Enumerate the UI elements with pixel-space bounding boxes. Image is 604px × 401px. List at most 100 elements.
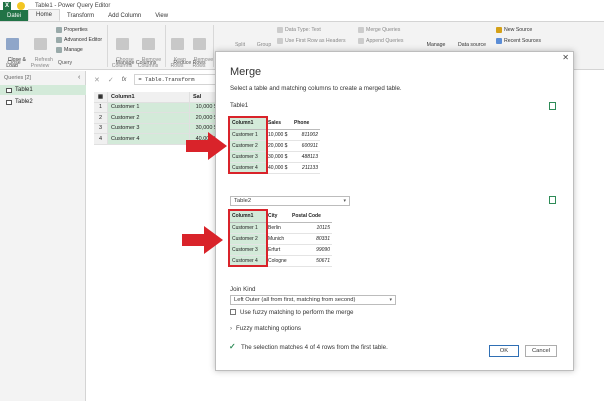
- new-source-button[interactable]: New Source: [496, 27, 532, 33]
- dialog-subtitle: Select a table and matching columns to c…: [230, 85, 402, 92]
- tab-view[interactable]: View: [148, 10, 175, 21]
- red-arrow-icon: [186, 132, 227, 160]
- close-load-button[interactable]: Close & Load: [2, 26, 26, 75]
- data-type-dropdown[interactable]: Data Type: Text: [277, 27, 321, 33]
- group-separator: [213, 25, 214, 67]
- tab-file[interactable]: Datei: [0, 10, 29, 21]
- chevron-down-icon: ▾: [389, 297, 392, 303]
- table1-label: Table1: [230, 102, 249, 109]
- grid-cell[interactable]: Customer 3: [108, 123, 190, 134]
- table1-sales-header[interactable]: Sales: [266, 118, 292, 130]
- remove-rows-button[interactable]: Remove Rows: [188, 26, 213, 75]
- queries-header: Queries [2]: [4, 75, 31, 81]
- query-item-table2[interactable]: Table2: [0, 97, 86, 107]
- red-arrow-icon: [182, 226, 223, 254]
- refresh-preview-icon[interactable]: [549, 196, 556, 204]
- manage-button[interactable]: Manage: [56, 47, 83, 53]
- append-queries-icon: [358, 38, 364, 44]
- split-button[interactable]: Split: [230, 42, 250, 48]
- table-icon: [6, 99, 12, 105]
- table2-cell: Cologne: [266, 255, 290, 267]
- fuzzy-options-chevron-icon[interactable]: ›: [230, 325, 232, 332]
- manage-parameters-button[interactable]: Manage: [424, 42, 448, 48]
- table1-cell: 488113: [292, 151, 320, 163]
- close-icon[interactable]: ✕: [562, 53, 569, 62]
- table-row: 1 Customer 1 10,000 $: [94, 102, 224, 113]
- fuzzy-options-toggle[interactable]: Fuzzy matching options: [236, 325, 301, 332]
- grid-cell[interactable]: Customer 2: [108, 113, 190, 124]
- group-separator: [107, 25, 108, 67]
- table1-cell: 10,000 $: [266, 129, 292, 141]
- table-icon: [6, 87, 12, 93]
- table2-city-header[interactable]: City: [266, 211, 290, 223]
- choose-columns-button[interactable]: Choose Columns: [110, 26, 134, 75]
- close-load-icon: [5, 38, 19, 50]
- group-separator: [165, 25, 166, 67]
- keep-rows-button[interactable]: Keep Rows: [167, 26, 187, 75]
- properties-button[interactable]: Properties: [56, 27, 88, 33]
- merge-queries-button[interactable]: Merge Queries: [358, 27, 400, 33]
- tab-add-column[interactable]: Add Column: [101, 10, 148, 21]
- excel-icon: X: [3, 1, 11, 10]
- first-row-headers-button[interactable]: Use First Row as Headers: [277, 38, 346, 44]
- cancel-button[interactable]: Cancel: [525, 345, 557, 357]
- remove-columns-button[interactable]: Remove Columns: [136, 26, 161, 75]
- table2-cell: 80331: [290, 233, 332, 245]
- remove-rows-icon: [192, 38, 206, 50]
- refresh-preview-icon[interactable]: [549, 102, 556, 110]
- refresh-icon: [33, 38, 47, 50]
- data-source-button[interactable]: Data source: [456, 42, 488, 48]
- merge-dialog: ✕ Merge Select a table and matching colu…: [215, 51, 574, 371]
- advanced-editor-button[interactable]: Advanced Editor: [56, 37, 102, 43]
- row-number: 1: [94, 102, 108, 113]
- join-kind-label: Join Kind: [230, 286, 256, 293]
- table2-cell: 10115: [290, 222, 332, 234]
- column-highlight-box: [228, 209, 268, 267]
- table2-cell: Munich: [266, 233, 290, 245]
- append-queries-button[interactable]: Append Queries: [358, 38, 404, 44]
- table2-cell: Berlin: [266, 222, 290, 234]
- cancel-formula-icon[interactable]: ✕: [94, 76, 100, 84]
- table2-cell: 99090: [290, 244, 332, 256]
- row-number: 4: [94, 134, 108, 145]
- recent-sources-button[interactable]: Recent Sources: [496, 38, 541, 44]
- smiley-icon[interactable]: [17, 1, 25, 10]
- table1-phone-header[interactable]: Phone: [292, 118, 320, 130]
- confirm-formula-icon[interactable]: ✓: [108, 76, 114, 84]
- ok-button[interactable]: OK: [489, 345, 519, 357]
- advanced-editor-icon: [56, 37, 62, 43]
- table2-cell: Erfurt: [266, 244, 290, 256]
- group-manage-columns-label: Manage Columns: [115, 60, 157, 66]
- collapse-pane-icon[interactable]: ‹: [78, 74, 80, 81]
- tab-transform[interactable]: Transform: [60, 10, 101, 21]
- table1-cell: 20,000 $: [266, 140, 292, 152]
- fx-label: fx: [121, 76, 127, 83]
- query-item-table1[interactable]: Table1: [0, 85, 86, 95]
- fuzzy-matching-label: Use fuzzy matching to perform the merge: [240, 309, 354, 316]
- tab-home[interactable]: Home: [28, 9, 61, 21]
- refresh-preview-button[interactable]: Refresh Preview: [29, 26, 53, 75]
- chevron-down-icon: ▾: [343, 198, 346, 204]
- data-type-icon: [277, 27, 283, 33]
- table-menu-icon[interactable]: ▦: [94, 92, 108, 103]
- table2-select[interactable]: Table2 ▾: [230, 196, 350, 206]
- grid-cell[interactable]: Customer 1: [108, 102, 190, 113]
- fuzzy-matching-checkbox[interactable]: [230, 309, 236, 315]
- recent-sources-icon: [496, 38, 502, 44]
- table1-cell: 40,000 $: [266, 162, 292, 174]
- table1-cell: 211133: [292, 162, 320, 174]
- keep-rows-icon: [170, 38, 184, 50]
- manage-icon: [56, 47, 62, 53]
- merge-queries-icon: [358, 27, 364, 33]
- table2-postal-header[interactable]: Postal Code: [290, 211, 332, 223]
- ribbon-tabs: Datei Home Transform Add Column View: [0, 9, 604, 22]
- table2-cell: 50671: [290, 255, 332, 267]
- join-kind-select[interactable]: Left Outer (all from first, matching fro…: [230, 295, 396, 305]
- row-number: 2: [94, 113, 108, 124]
- choose-columns-icon: [115, 38, 129, 50]
- group-button[interactable]: Group: [254, 42, 274, 48]
- column-header[interactable]: Column1: [108, 92, 190, 103]
- table1-cell: 600911: [292, 140, 320, 152]
- group-query-label: Query: [57, 60, 73, 66]
- grid-cell[interactable]: Customer 4: [108, 134, 190, 145]
